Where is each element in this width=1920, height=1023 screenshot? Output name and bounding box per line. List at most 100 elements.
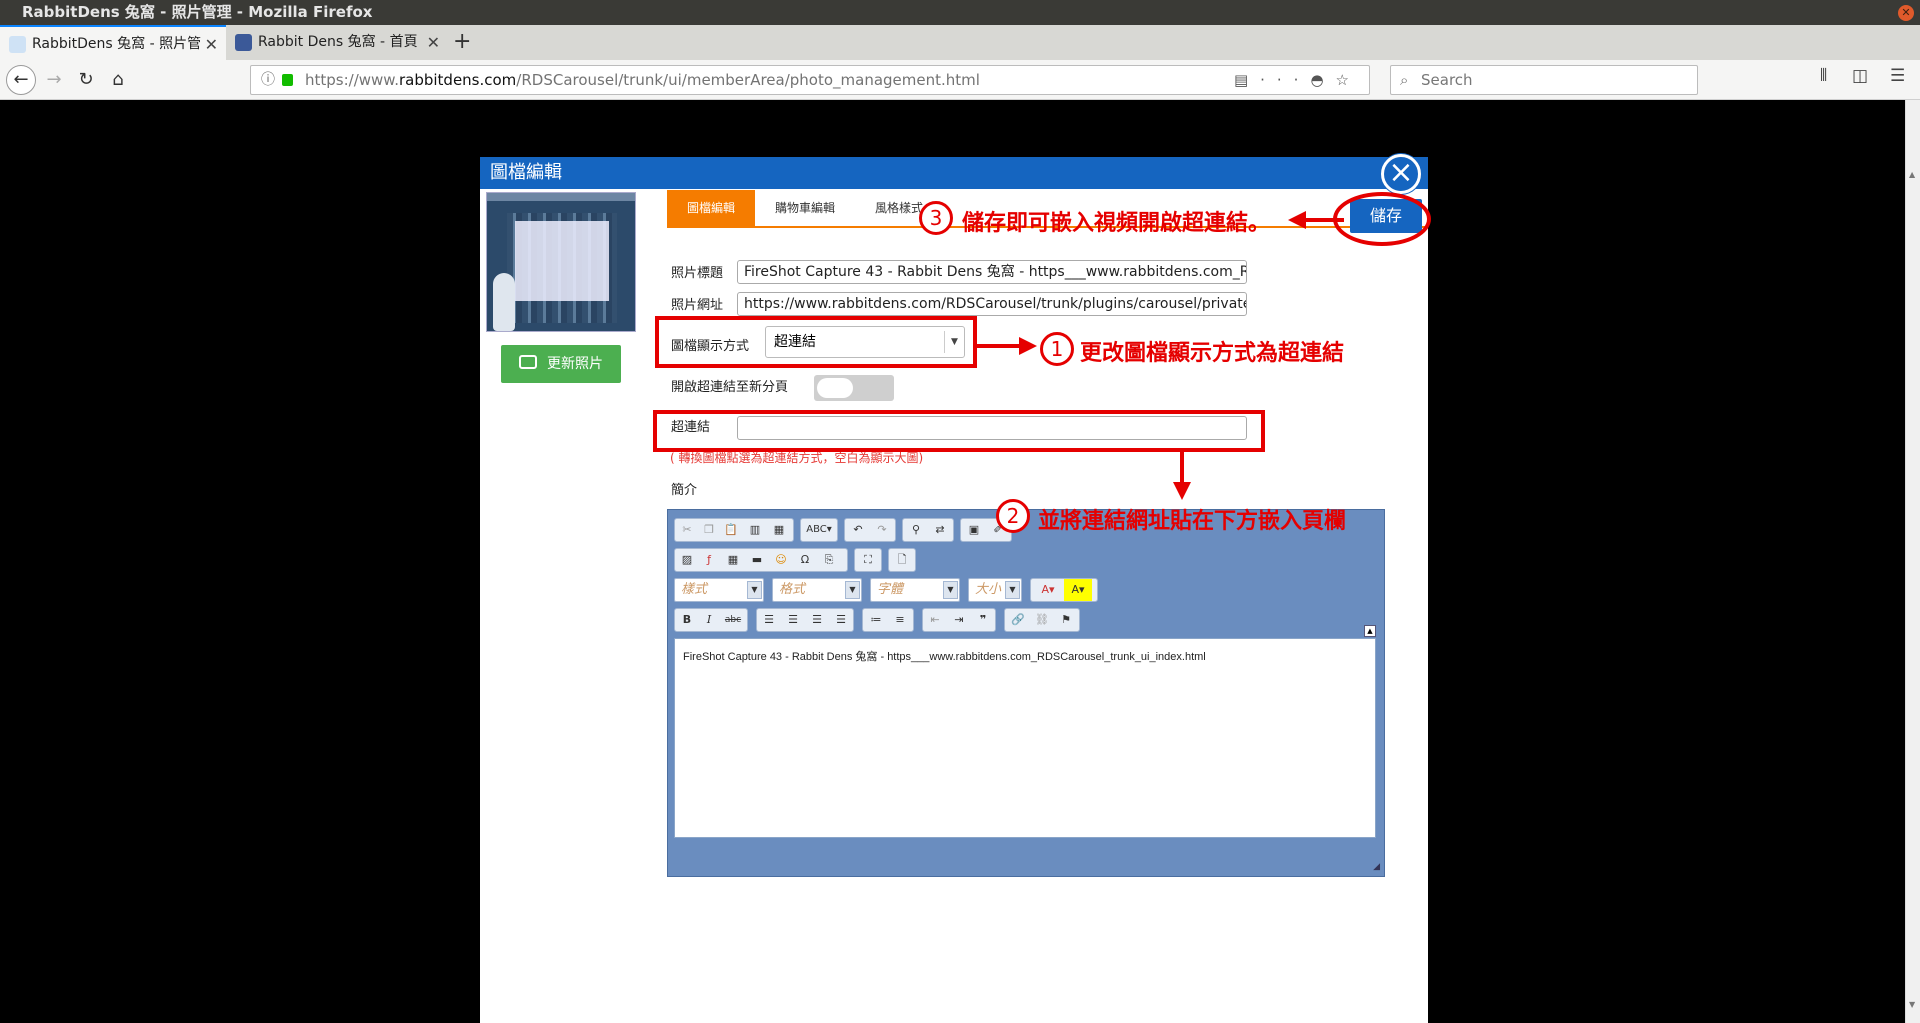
photo-url-label: 照片網址 [671, 298, 724, 313]
find-icon[interactable]: ⚲ [906, 519, 926, 541]
anchor-flag-icon[interactable]: ⚑ [1056, 609, 1076, 631]
redo-icon[interactable]: ↷ [872, 519, 892, 541]
rich-text-editor: ✂ ❐ 📋 ▥ ▦ ABC▾ ↶ ↷ ⚲ ⇄ ▣ ✐ ▨ ƒ ▦ ▬ ☺ Ω ⎘… [667, 509, 1385, 877]
cut-icon[interactable]: ✂ [677, 519, 697, 541]
library-icon[interactable]: ⫴ [1820, 66, 1827, 86]
table-icon[interactable]: ▦ [723, 549, 743, 571]
format-combo[interactable]: 格式 ▼ [772, 578, 862, 602]
preview-icon[interactable]: 🗋 [892, 549, 912, 571]
window-close-icon[interactable]: ✕ [1898, 5, 1914, 21]
resize-handle-icon[interactable]: ◢ [1373, 862, 1380, 872]
page-scrollbar[interactable]: ▲ ▼ [1905, 100, 1920, 1023]
bullet-list-icon[interactable]: ≡ [890, 609, 910, 631]
url-bar-actions: ▤···◓☆ [1234, 66, 1361, 94]
photo-title-input[interactable]: FireShot Capture 43 - Rabbit Dens 兔窩 - h… [737, 260, 1247, 284]
window-titlebar: RabbitDens 兔窩 - 照片管理 - Mozilla Firefox ✕ [0, 0, 1920, 25]
editor-content-text: FireShot Capture 43 - Rabbit Dens 兔窩 - h… [683, 651, 1206, 663]
annotation-step-2-badge: 2 [996, 499, 1030, 533]
tab-rabbitdens-photo[interactable]: RabbitDens 兔窩 - 照片管 ✕ [0, 25, 226, 60]
text-color-icon[interactable]: A▾ [1034, 579, 1062, 601]
insert-group: ▨ ƒ ▦ ▬ ☺ Ω ⎘ [674, 548, 848, 572]
reader-view-icon[interactable]: ▤ [1234, 71, 1260, 89]
photo-url-input[interactable]: https://www.rabbitdens.com/RDSCarousel/t… [737, 292, 1247, 316]
reload-icon[interactable]: ↻ [72, 66, 100, 94]
bookmark-star-icon[interactable]: ☆ [1336, 71, 1361, 89]
annotation-arrowhead-2 [1173, 482, 1191, 500]
align-center-icon[interactable]: ☰ [783, 609, 803, 631]
page-break-icon[interactable]: ⎘ [819, 549, 839, 571]
back-arrow-icon[interactable]: ← [6, 65, 36, 95]
menu-icon[interactable]: ☰ [1890, 66, 1905, 86]
tab-close-icon[interactable]: ✕ [205, 27, 218, 60]
link-group: 🔗 ⛓ ⚑ [1004, 608, 1080, 632]
align-justify-icon[interactable]: ☰ [831, 609, 851, 631]
bold-icon[interactable]: B [677, 609, 697, 631]
annotation-arrowhead-3 [1288, 211, 1306, 229]
annotation-step-3-badge: 3 [919, 201, 953, 235]
outdent-icon[interactable]: ⇤ [925, 609, 945, 631]
unlink-icon[interactable]: ⛓ [1032, 609, 1052, 631]
link-icon[interactable]: 🔗 [1008, 609, 1028, 631]
align-right-icon[interactable]: ☰ [807, 609, 827, 631]
size-combo[interactable]: 大小 ▼ [968, 578, 1022, 602]
font-combo[interactable]: 字體 ▼ [870, 578, 960, 602]
nav-toolbar: ← → ↻ ⌂ ⓘ https://www.rabbitdens.com/RDS… [0, 60, 1920, 100]
spellcheck-icon[interactable]: ABC▾ [803, 519, 835, 541]
collapse-toolbar-icon[interactable]: ▲ [1364, 625, 1376, 637]
home-icon[interactable]: ⌂ [104, 66, 132, 94]
pocket-icon[interactable]: ◓ [1310, 71, 1335, 89]
search-bar[interactable]: ⌕ Search [1390, 65, 1698, 95]
tab-close-icon[interactable]: ✕ [427, 25, 440, 60]
undo-icon[interactable]: ↶ [848, 519, 868, 541]
replace-icon[interactable]: ⇄ [930, 519, 950, 541]
strike-icon[interactable]: abc [723, 609, 743, 631]
forward-arrow-icon[interactable]: → [40, 66, 68, 94]
annotation-step-3-text: 儲存即可嵌入視頻開啟超連結。 [962, 211, 1271, 236]
paste-text-icon[interactable]: ▥ [745, 519, 765, 541]
spellcheck-group: ABC▾ [800, 518, 838, 542]
open-new-tab-label: 開啟超連結至新分頁 [671, 380, 789, 395]
color-group: A▾ A▾ [1030, 578, 1098, 602]
paste-icon[interactable]: 📋 [721, 519, 741, 541]
chevron-down-icon: ▼ [747, 581, 762, 599]
url-bar[interactable]: ⓘ https://www.rabbitdens.com/RDSCarousel… [250, 65, 1370, 95]
tab-image-edit[interactable]: 圖檔編輯 [667, 190, 755, 226]
horizontal-line-icon[interactable]: ▬ [747, 549, 767, 571]
indent-icon[interactable]: ⇥ [949, 609, 969, 631]
thumbnail-strip [487, 193, 635, 201]
update-photo-button[interactable]: 更新照片 [501, 345, 621, 383]
style-combo[interactable]: 樣式 ▼ [674, 578, 764, 602]
paste-word-icon[interactable]: ▦ [769, 519, 789, 541]
rabbit-figure-icon [493, 273, 515, 331]
tab-rabbitdens-home[interactable]: Rabbit Dens 兔窩 - 首頁 ✕ [226, 25, 448, 60]
scroll-up-icon[interactable]: ▲ [1909, 170, 1915, 179]
undo-group: ↶ ↷ [844, 518, 896, 542]
image-icon[interactable]: ▨ [677, 549, 697, 571]
ordered-list-icon[interactable]: ≔ [866, 609, 886, 631]
maximize-icon[interactable]: ⛶ [858, 549, 878, 571]
special-char-icon[interactable]: Ω [795, 549, 815, 571]
bg-color-icon[interactable]: A▾ [1064, 579, 1092, 601]
photo-title-label: 照片標題 [671, 266, 724, 281]
new-tab-icon[interactable]: + [453, 25, 471, 60]
blockquote-icon[interactable]: ❞ [973, 609, 993, 631]
scroll-down-icon[interactable]: ▼ [1909, 1000, 1915, 1009]
copy-icon[interactable]: ❐ [699, 519, 719, 541]
open-new-tab-toggle[interactable] [814, 375, 894, 401]
sidebar-icon[interactable]: ◫ [1852, 66, 1868, 86]
editor-content[interactable]: FireShot Capture 43 - Rabbit Dens 兔窩 - h… [674, 638, 1376, 838]
select-all-icon[interactable]: ▣ [964, 519, 984, 541]
align-left-icon[interactable]: ☰ [759, 609, 779, 631]
maximize-group: ⛶ [854, 548, 882, 572]
smiley-icon[interactable]: ☺ [771, 549, 791, 571]
chevron-down-icon: ▼ [943, 581, 958, 599]
dialog-close-icon[interactable]: × [1381, 154, 1421, 194]
page-actions-icon[interactable]: ··· [1260, 71, 1310, 89]
flash-icon[interactable]: ƒ [699, 549, 719, 571]
annotation-box-display-mode [655, 316, 977, 368]
italic-icon[interactable]: I [699, 609, 719, 631]
tab-cart-edit[interactable]: 購物車編輯 [755, 190, 855, 226]
dialog-header: 圖檔編輯 [480, 157, 1428, 189]
search-icon: ⌕ [1400, 71, 1409, 89]
info-icon[interactable]: ⓘ [261, 66, 275, 94]
